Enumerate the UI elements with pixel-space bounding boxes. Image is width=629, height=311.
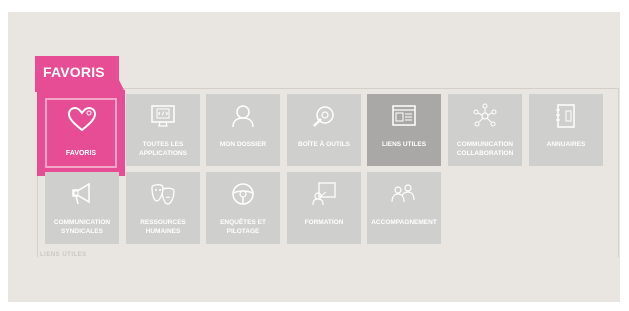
masks-icon [149, 180, 177, 208]
tile-label: FAVORIS [65, 150, 97, 157]
tile-label: LIENS UTILES [381, 141, 427, 148]
tile-communication-collaboration[interactable]: COMMUNICATION COLLABORATION [448, 94, 522, 166]
browser-icon [390, 102, 418, 130]
heart-icon [67, 106, 97, 137]
favoris-tab-label: FAVORIS [43, 64, 105, 80]
tile-accompagnement[interactable]: ACCOMPAGNEMENT [367, 172, 441, 244]
tile-label: COMMUNICATION SYNDICALES [53, 219, 111, 235]
tile-liens-utiles[interactable]: LIENS UTILES [367, 94, 441, 166]
tile-enquetes-pilotage[interactable]: ENQUÊTES ET PILOTAGE [206, 172, 280, 244]
tile-label: ENQUÊTES ET PILOTAGE [220, 219, 266, 235]
tile-label: BOÎTE À OUTILS [298, 141, 350, 148]
user-icon [229, 102, 257, 130]
tile-label: COMMUNICATION COLLABORATION [456, 141, 514, 157]
address-book-icon [552, 102, 580, 130]
tile-label: TOUTES LES APPLICATIONS [139, 141, 187, 157]
tile-label: FORMATION [304, 219, 344, 226]
tools-icon [310, 102, 338, 130]
tile-communication-syndicales[interactable]: COMMUNICATION SYNDICALES [45, 172, 119, 244]
tile-ressources-humaines[interactable]: RESSOURCES HUMAINES [126, 172, 200, 244]
tile-formation[interactable]: FORMATION [287, 172, 361, 244]
megaphone-icon [68, 180, 96, 208]
teacher-board-icon [310, 180, 338, 208]
tile-label: RESSOURCES HUMAINES [140, 219, 186, 235]
steering-wheel-icon [229, 180, 257, 208]
tile-label: MON DOSSIER [219, 141, 267, 148]
people-icon [390, 180, 418, 208]
favoris-tile[interactable]: FAVORIS [37, 90, 125, 176]
tile-annuaires[interactable]: ANNUAIRES [529, 94, 603, 166]
faded-section-label: LIENS UTILES [40, 252, 87, 258]
tile-label: ACCOMPAGNEMENT [371, 219, 437, 226]
network-icon [471, 102, 499, 130]
code-monitor-icon [149, 102, 177, 130]
tile-boite-outils[interactable]: BOÎTE À OUTILS [287, 94, 361, 166]
tile-mon-dossier[interactable]: MON DOSSIER [206, 94, 280, 166]
tile-label: ANNUAIRES [546, 141, 586, 148]
tile-toutes-applications[interactable]: TOUTES LES APPLICATIONS [126, 94, 200, 166]
